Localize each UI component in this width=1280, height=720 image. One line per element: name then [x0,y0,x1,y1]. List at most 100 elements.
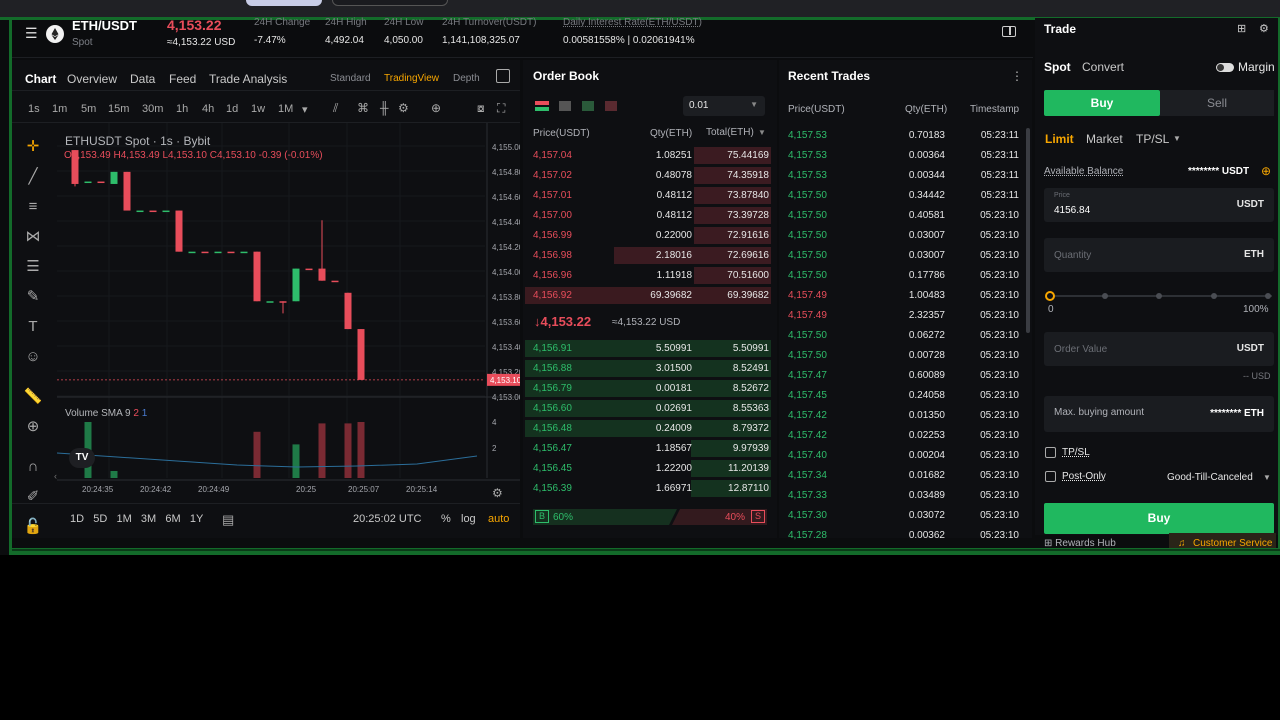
more-options-icon[interactable]: ⋮ [1011,69,1023,83]
browser-tab[interactable] [332,0,448,6]
tab-chart[interactable]: Chart [25,72,56,86]
slider-step-dot[interactable] [1265,293,1271,299]
trades-scrollbar[interactable] [1026,128,1030,333]
view-tradingview[interactable]: TradingView [384,73,439,84]
tradingview-logo[interactable]: TV [69,448,95,468]
timeframe-1M[interactable]: 1M [278,103,293,115]
slider-step-dot[interactable] [1101,293,1108,299]
auto-toggle[interactable]: auto [488,513,509,525]
timeframe-5m[interactable]: 5m [81,103,96,115]
ask-row[interactable]: 4,157.02 0.48078 74.35918 [523,165,777,185]
timeframe-1m[interactable]: 1m [52,103,67,115]
bid-row[interactable]: 4,156.88 3.01500 8.52491 [523,358,777,378]
slider-step-dot[interactable] [1045,291,1055,301]
book-view-bids-icon[interactable] [582,101,594,111]
book-view-asks-icon[interactable] [605,101,617,111]
timeframe-1w[interactable]: 1w [251,103,265,115]
compare-icon[interactable]: ⌘ [357,101,369,115]
text-tool-icon[interactable]: T [22,316,44,338]
bid-row[interactable]: 4,156.45 1.22200 11.20139 [523,458,777,478]
tab-feed[interactable]: Feed [169,72,196,86]
date-range-icon[interactable]: ▤ [222,512,234,528]
range-1m[interactable]: 1M [116,513,131,525]
magnet-icon[interactable]: ∩ [22,456,44,478]
chart-grid-icon[interactable] [496,69,510,83]
timeframe-15m[interactable]: 15m [108,103,129,115]
mode-spot[interactable]: Spot [1044,60,1071,74]
deposit-plus-icon[interactable]: ⊕ [1261,164,1271,178]
buy-tab[interactable]: Buy [1044,90,1160,116]
book-view-both-icon[interactable] [535,101,549,111]
timeframe-30m[interactable]: 30m [142,103,163,115]
range-3m[interactable]: 3M [141,513,156,525]
range-6m[interactable]: 6M [165,513,180,525]
menu-icon[interactable]: ☰ [25,25,38,42]
order-type-tpsl[interactable]: TP/SL [1136,132,1169,146]
fullscreen-icon[interactable]: ⛶ [497,101,505,116]
buy-submit-button[interactable]: Buy [1044,503,1274,534]
price-field[interactable]: Price 4156.84 USDT [1044,188,1274,222]
camera-icon[interactable]: ⧇ [477,101,485,116]
settings-gear-icon[interactable]: ⚙ [398,101,409,115]
timeframe-1d[interactable]: 1d [226,103,238,115]
indicator-icon[interactable]: ⫽ [333,101,338,116]
bid-row[interactable]: 4,156.47 1.18567 9.97939 [523,438,777,458]
tab-data[interactable]: Data [130,72,155,86]
lock-icon[interactable]: 🔓 [22,516,44,538]
emoji-icon[interactable]: ☺ [22,346,44,368]
horizontal-lines-icon[interactable]: ≡ [22,196,44,218]
fib-icon[interactable]: ☰ [22,256,44,278]
margin-toggle[interactable] [1216,63,1234,72]
log-toggle[interactable]: log [461,513,476,525]
slider-step-dot[interactable] [1156,293,1162,299]
ask-row[interactable]: 4,157.01 0.48112 73.87840 [523,185,777,205]
bid-row[interactable]: 4,156.79 0.00181 8.52672 [523,378,777,398]
chevron-down-icon[interactable]: ▼ [1263,473,1271,482]
layout-toggle-icon[interactable] [1002,26,1016,37]
percent-toggle[interactable]: % [441,513,451,525]
post-only-checkbox[interactable] [1045,471,1056,482]
view-depth[interactable]: Depth [453,73,480,84]
slider-step-dot[interactable] [1210,293,1217,299]
trendline-icon[interactable]: ╱ [22,166,44,188]
bid-row[interactable]: 4,156.60 0.02691 8.55363 [523,398,777,418]
ask-row[interactable]: 4,156.98 2.18016 72.69616 [523,245,777,265]
ruler-icon[interactable]: 📏 [22,386,44,408]
ask-row[interactable]: 4,156.92 69.39682 69.39682 [523,285,777,305]
range-1d[interactable]: 1D [70,513,84,525]
candle-style-icon[interactable]: ╫ [380,101,389,115]
pair-name[interactable]: ETH/USDT [72,18,137,33]
timeframe-4h[interactable]: 4h [202,103,214,115]
calculator-icon[interactable]: ⊞ [1237,22,1246,35]
timeframe-1h[interactable]: 1h [176,103,188,115]
pattern-icon[interactable]: ⋈ [22,226,44,248]
order-type-limit[interactable]: Limit [1045,132,1074,146]
order-type-market[interactable]: Market [1086,132,1123,146]
quantity-field[interactable]: Quantity ETH [1044,238,1274,272]
brush-icon[interactable]: ✎ [22,286,44,308]
precision-select[interactable]: 0.01 ▼ [683,96,765,116]
range-1y[interactable]: 1Y [190,513,203,525]
scroll-left-icon[interactable]: ‹ [54,471,57,481]
zoom-icon[interactable]: ⊕ [22,416,44,438]
chart-settings-icon[interactable]: ⚙ [492,486,503,500]
crosshair-icon[interactable]: ✛ [22,136,44,158]
ask-row[interactable]: 4,157.00 0.48112 73.39728 [523,205,777,225]
bid-row[interactable]: 4,156.39 1.66971 12.87110 [523,478,777,498]
timeframe-dropdown-icon[interactable]: ▾ [302,103,308,116]
range-5d[interactable]: 5D [93,513,107,525]
tab-trade-analysis[interactable]: Trade Analysis [209,72,287,86]
mode-convert[interactable]: Convert [1082,60,1124,74]
ask-row[interactable]: 4,156.96 1.11918 70.51600 [523,265,777,285]
book-view-grid-icon[interactable] [559,101,571,111]
bid-row[interactable]: 4,156.48 0.24009 8.79372 [523,418,777,438]
price-chart[interactable]: 4,155.00 4,154.80 4,154.60 4,154.40 4,154.20… [57,123,520,503]
sell-tab[interactable]: Sell [1160,90,1274,116]
settings-icon[interactable]: ⚙ [1259,22,1269,35]
bid-row[interactable]: 4,156.91 5.50991 5.50991 [523,338,777,358]
tpsl-checkbox[interactable] [1045,447,1056,458]
chevron-down-icon[interactable]: ▼ [1173,134,1181,143]
add-icon[interactable]: ⊕ [431,101,441,115]
view-standard[interactable]: Standard [330,73,371,84]
ask-row[interactable]: 4,157.04 1.08251 75.44169 [523,145,777,165]
